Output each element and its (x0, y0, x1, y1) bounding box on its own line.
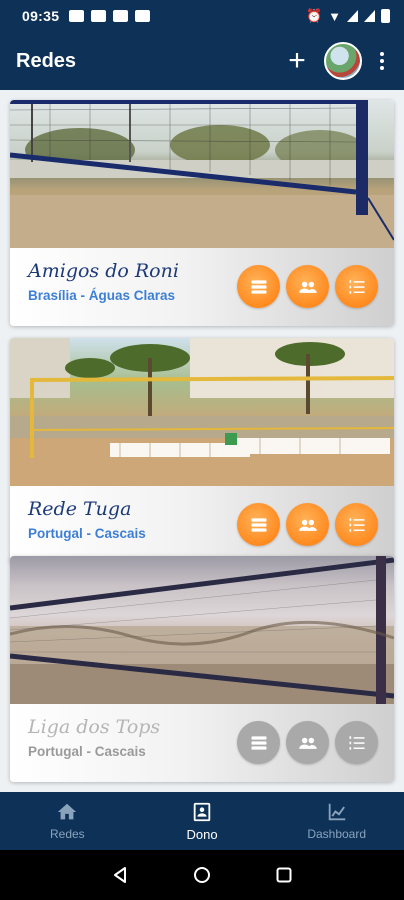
network-card[interactable]: Amigos do Roni Brasília - Águas Claras (10, 100, 394, 326)
list-view-icon[interactable] (237, 721, 280, 764)
add-icon[interactable]: + (284, 46, 310, 76)
alarm-icon: ⏰ (305, 8, 323, 23)
system-status-icons: ⏰ ▼ (306, 8, 390, 24)
battery-icon (381, 9, 390, 23)
card-footer: Rede Tuga Portugal - Cascais (10, 486, 394, 564)
group-icon[interactable] (286, 721, 329, 764)
network-photo (10, 100, 394, 248)
numbered-list-icon[interactable] (335, 721, 378, 764)
system-navigation (0, 850, 404, 900)
back-icon[interactable] (111, 866, 129, 884)
network-photo (10, 338, 394, 486)
nav-item-dashboard[interactable]: Dashboard (269, 792, 404, 850)
network-card[interactable]: Rede Tuga Portugal - Cascais (10, 338, 394, 564)
network-list: Amigos do Roni Brasília - Águas Claras R… (0, 90, 404, 792)
nav-label: Dashboard (307, 827, 367, 841)
card-footer: Liga dos Tops Portugal - Cascais (10, 704, 394, 782)
list-view-icon[interactable] (237, 265, 280, 308)
youtube-icon (69, 10, 85, 22)
signal-icon (347, 10, 358, 22)
network-card[interactable]: Liga dos Tops Portugal - Cascais (10, 556, 394, 782)
bottom-navigation: Redes Dono Dashboard (0, 792, 404, 850)
card-footer: Amigos do Roni Brasília - Águas Claras (10, 248, 394, 326)
status-bar: 09:35 ⏰ ▼ (0, 0, 404, 32)
recents-icon[interactable] (275, 866, 293, 884)
notification-icons (69, 10, 151, 22)
nav-label: Dono (186, 826, 218, 842)
numbered-list-icon[interactable] (335, 503, 378, 546)
gallery-icon (113, 10, 129, 22)
page-title: Redes (16, 49, 77, 72)
numbered-list-icon[interactable] (335, 265, 378, 308)
more-options-icon[interactable] (376, 48, 388, 74)
gmail-icon (91, 10, 107, 22)
avatar[interactable] (324, 42, 362, 80)
nav-item-redes[interactable]: Redes (0, 792, 135, 850)
signal-icon-2 (364, 10, 375, 22)
group-icon[interactable] (286, 265, 329, 308)
network-photo (10, 556, 394, 704)
status-time: 09:35 (22, 8, 60, 24)
home-icon (58, 803, 77, 820)
list-view-icon[interactable] (237, 503, 280, 546)
contact-card-icon (193, 802, 211, 821)
group-icon[interactable] (286, 503, 329, 546)
wifi-icon: ▼ (328, 8, 341, 24)
chart-icon (328, 803, 345, 821)
app-bar: Redes + (0, 32, 404, 90)
home-button-icon[interactable] (193, 866, 211, 884)
nav-label: Redes (49, 827, 85, 841)
nav-item-dono[interactable]: Dono (135, 792, 270, 850)
news-icon (135, 10, 151, 22)
